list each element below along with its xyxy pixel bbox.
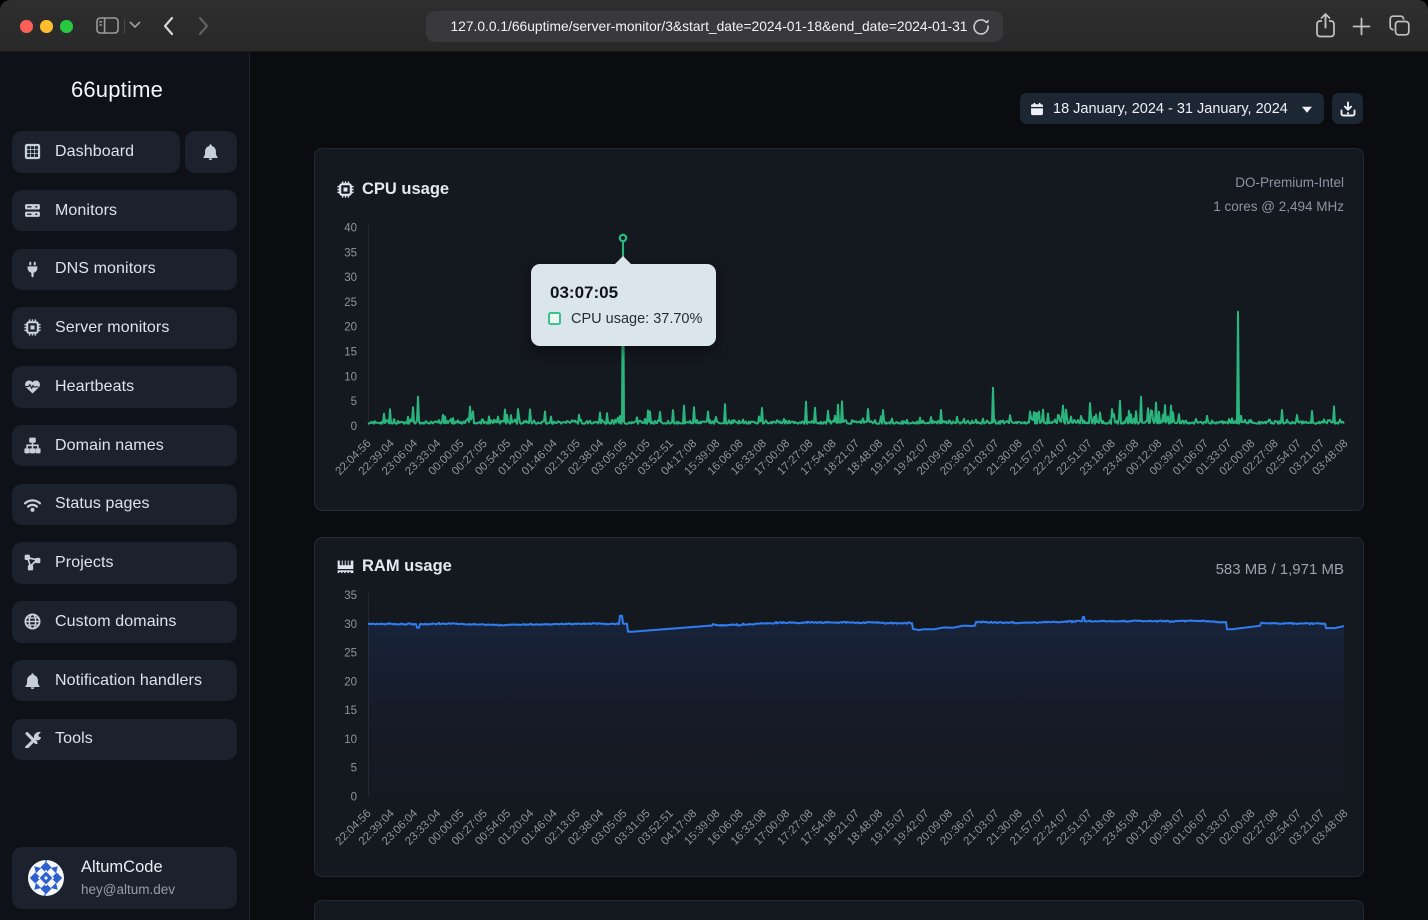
svg-text:20: 20 [344, 322, 357, 334]
svg-text:0: 0 [351, 792, 357, 804]
svg-text:40: 40 [344, 223, 357, 235]
svg-text:10: 10 [344, 371, 357, 383]
svg-text:35: 35 [344, 590, 357, 602]
svg-text:15: 15 [344, 347, 357, 359]
svg-text:5: 5 [351, 396, 357, 408]
svg-text:35: 35 [344, 247, 357, 259]
svg-text:0: 0 [351, 421, 357, 433]
svg-text:30: 30 [344, 272, 357, 284]
svg-text:25: 25 [344, 297, 357, 309]
svg-text:20: 20 [344, 676, 357, 688]
svg-text:25: 25 [344, 648, 357, 660]
svg-text:10: 10 [344, 734, 357, 746]
svg-text:5: 5 [351, 763, 357, 775]
svg-text:30: 30 [344, 619, 357, 631]
svg-text:15: 15 [344, 705, 357, 717]
